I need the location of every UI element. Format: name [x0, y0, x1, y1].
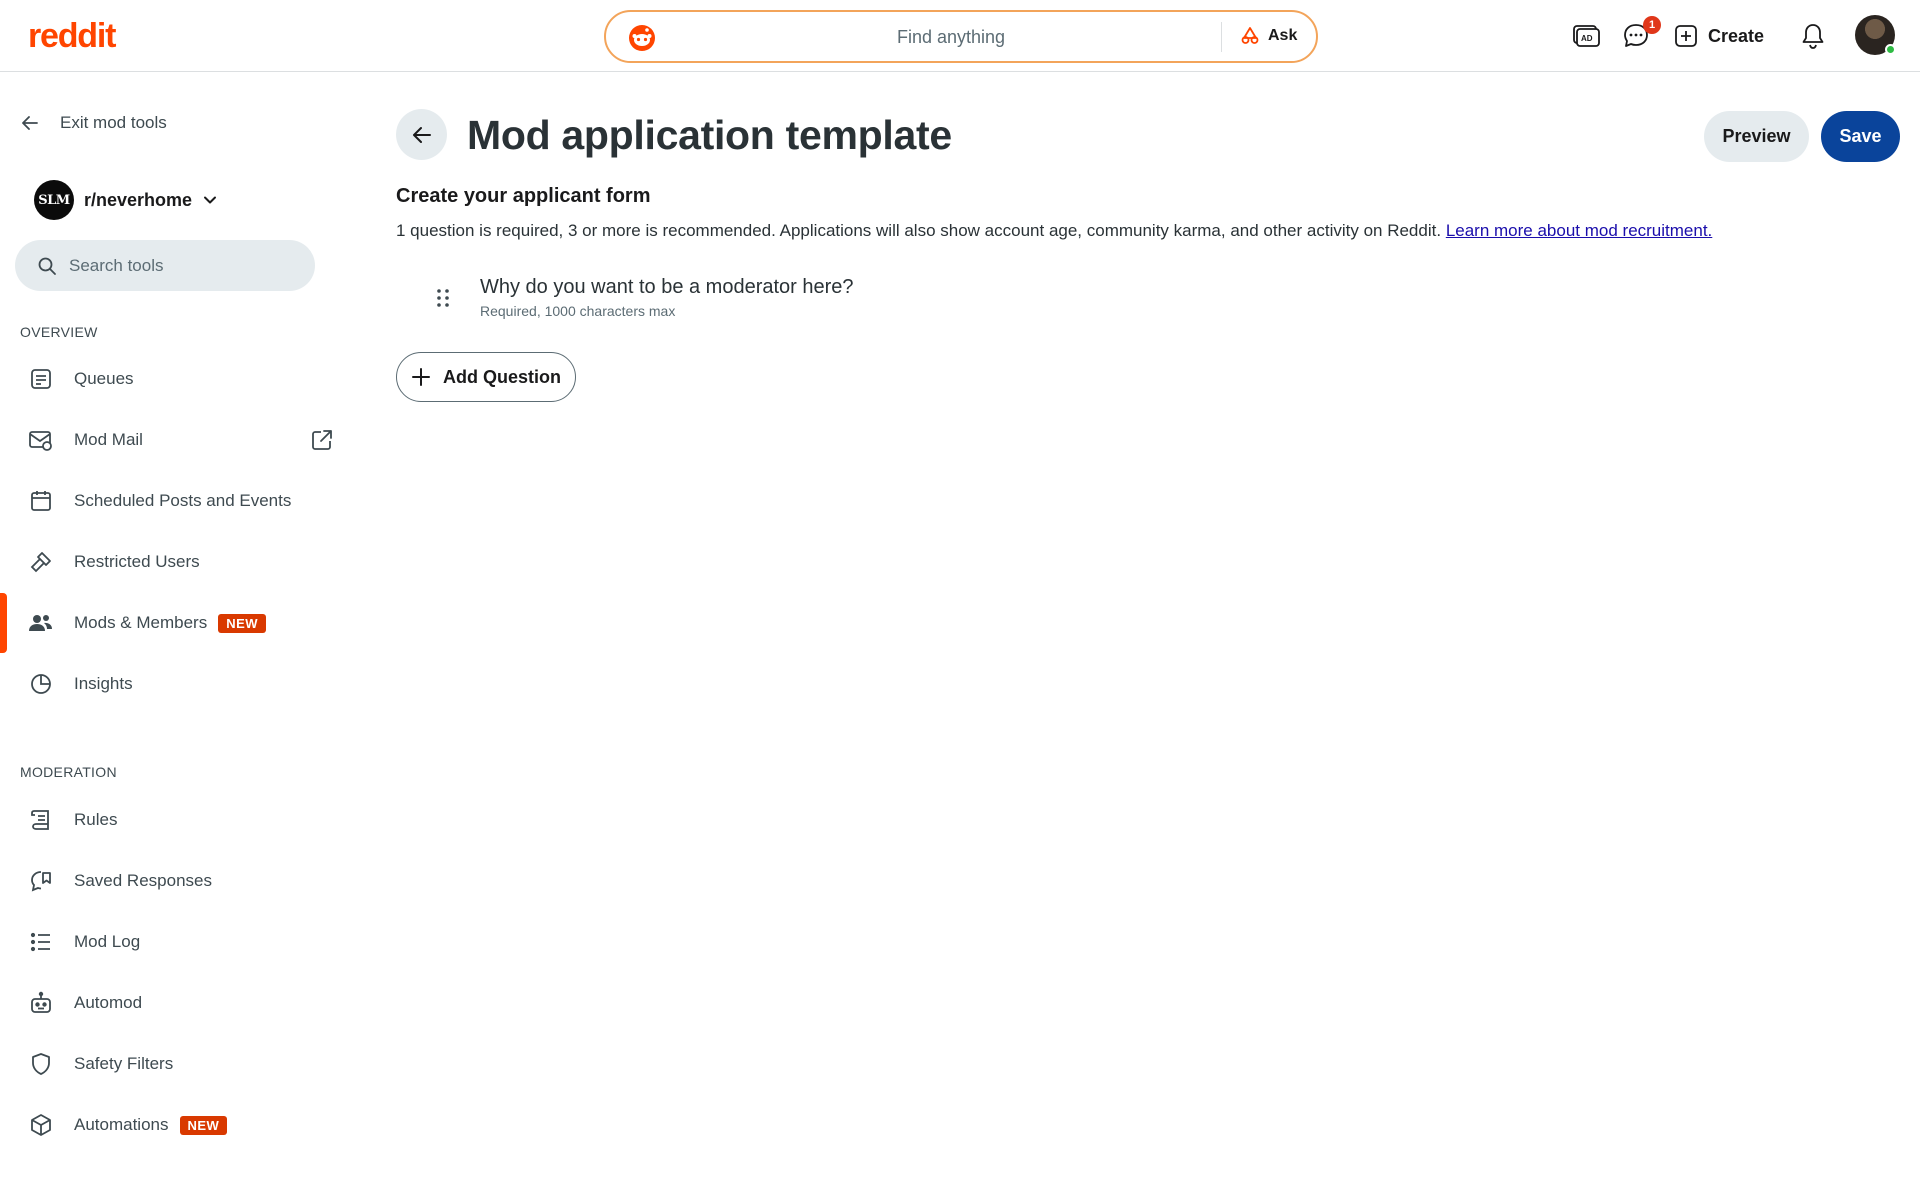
sidebar-item-automations[interactable]: Automations NEW — [0, 1095, 350, 1155]
top-header: reddit Find anything Ask AD 1 Create — [0, 0, 1920, 72]
online-indicator — [1885, 44, 1896, 55]
search-input[interactable]: Find anything — [606, 27, 1216, 48]
chart-icon — [28, 671, 54, 697]
external-link-icon[interactable] — [310, 428, 334, 452]
new-badge: NEW — [218, 613, 267, 633]
sidebar-item-safety-filters[interactable]: Safety Filters — [0, 1034, 350, 1094]
sidebar-item-label: Scheduled Posts and Events — [74, 491, 292, 510]
chevron-down-icon — [202, 192, 218, 208]
sidebar-item-label: Mod Log — [74, 932, 141, 951]
sidebar-item-label: Automod — [74, 993, 143, 1012]
chat-count-badge: 1 — [1643, 16, 1661, 34]
mod-sidebar: Exit mod tools SLM r/neverhome Search to… — [0, 73, 350, 1200]
sidebar-item-label: Saved Responses — [74, 871, 212, 890]
sidebar-item-label: Queues — [74, 369, 134, 388]
sidebar-item-queues[interactable]: Queues — [0, 349, 350, 409]
subreddit-name: r/neverhome — [84, 189, 193, 210]
save-button[interactable]: Save — [1821, 111, 1900, 162]
sidebar-item-mod-mail[interactable]: Mod Mail — [0, 410, 350, 470]
global-search[interactable]: Find anything Ask — [604, 10, 1318, 63]
sidebar-item-label: Rules — [74, 810, 118, 829]
sidebar-item-label: Safety Filters — [74, 1054, 174, 1073]
rules-icon — [28, 807, 54, 833]
sidebar-item-label: Restricted Users — [74, 552, 200, 571]
calendar-icon — [28, 488, 54, 514]
create-button[interactable]: Create — [1674, 20, 1764, 52]
plus-square-icon — [1674, 24, 1698, 48]
form-title: Create your applicant form — [396, 185, 651, 207]
subreddit-avatar: SLM — [34, 180, 74, 220]
form-description-text: 1 question is required, 3 or more is rec… — [396, 221, 1442, 240]
add-question-button[interactable]: Add Question — [396, 352, 576, 402]
exit-mod-tools[interactable]: Exit mod tools — [20, 113, 167, 133]
plus-icon — [411, 367, 431, 387]
sidebar-item-mods-members[interactable]: Mods & Members NEW — [0, 593, 350, 653]
saved-responses-icon — [28, 868, 54, 894]
sidebar-item-rules[interactable]: Rules — [0, 790, 350, 850]
sidebar-item-restricted-users[interactable]: Restricted Users — [0, 532, 350, 592]
ask-label: Ask — [1268, 27, 1298, 44]
sidebar-item-label: Mods & Members — [74, 613, 208, 632]
shield-icon — [28, 1051, 54, 1077]
subreddit-switcher[interactable]: SLM r/neverhome — [34, 180, 218, 220]
sidebar-item-saved-responses[interactable]: Saved Responses — [0, 851, 350, 911]
sidebar-item-mod-log[interactable]: Mod Log — [0, 912, 350, 972]
reddit-logo[interactable]: reddit — [28, 17, 116, 56]
ask-button[interactable]: Ask — [1240, 26, 1297, 46]
search-divider — [1221, 22, 1222, 52]
ask-icon — [1240, 26, 1260, 46]
question-text: Why do you want to be a moderator here? — [480, 276, 854, 298]
robot-icon — [28, 990, 54, 1016]
add-question-label: Add Question — [443, 366, 561, 387]
preview-button[interactable]: Preview — [1704, 111, 1809, 162]
sidebar-item-label: Automations — [74, 1115, 169, 1134]
sidebar-item-scheduled-posts[interactable]: Scheduled Posts and Events — [0, 471, 350, 531]
search-icon — [37, 256, 57, 276]
sidebar-item-insights[interactable]: Insights — [0, 654, 350, 714]
create-label: Create — [1708, 25, 1765, 46]
arrow-left-icon — [20, 113, 40, 133]
search-tools-placeholder: Search tools — [69, 255, 164, 275]
arrow-left-icon — [410, 123, 434, 147]
question-meta: Required, 1000 characters max — [480, 303, 676, 319]
queue-icon — [28, 366, 54, 392]
sidebar-item-label: Mod Mail — [74, 430, 143, 449]
user-avatar[interactable] — [1855, 15, 1896, 55]
search-tools-input[interactable]: Search tools — [15, 240, 315, 291]
sidebar-item-automod[interactable]: Automod — [0, 973, 350, 1033]
list-icon — [28, 929, 54, 955]
overview-section-title: OVERVIEW — [20, 324, 98, 340]
drag-handle-icon[interactable] — [436, 288, 450, 308]
members-icon — [28, 610, 54, 636]
gavel-icon — [28, 549, 54, 575]
advertise-icon[interactable]: AD — [1570, 20, 1602, 52]
back-button[interactable] — [396, 109, 447, 160]
mail-icon — [28, 427, 54, 453]
cube-icon — [28, 1112, 54, 1138]
exit-mod-tools-label: Exit mod tools — [60, 113, 167, 132]
form-description: 1 question is required, 3 or more is rec… — [396, 221, 1712, 241]
sidebar-item-label: Insights — [74, 674, 133, 693]
moderation-section-title: MODERATION — [20, 764, 117, 780]
svg-text:AD: AD — [1581, 34, 1593, 43]
notification-bell-icon[interactable] — [1797, 20, 1829, 52]
learn-more-link[interactable]: Learn more about mod recruitment. — [1446, 221, 1712, 240]
question-item[interactable]: Why do you want to be a moderator here? … — [396, 270, 1896, 330]
new-badge: NEW — [179, 1115, 228, 1135]
page-title: Mod application template — [467, 112, 952, 158]
